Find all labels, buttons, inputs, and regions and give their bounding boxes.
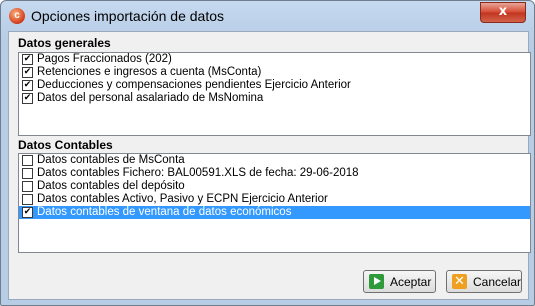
list-item[interactable]: Datos contables de MsConta — [19, 154, 530, 167]
accept-button[interactable]: Aceptar — [363, 270, 436, 293]
checkbox-checked[interactable]: ✔ — [22, 80, 33, 91]
list-item-label: Datos del personal asalariado de MsNomin… — [37, 92, 264, 104]
list-item[interactable]: ✔ Datos contables de ventana de datos eco… — [19, 206, 530, 219]
list-item[interactable]: Datos contables Activo, Pasivo y ECPN Ej… — [19, 193, 530, 206]
list-item-label: Datos contables Activo, Pasivo y ECPN Ej… — [37, 193, 328, 205]
list-item-label: Datos contables Fichero: BAL00591.XLS de… — [37, 167, 359, 179]
checkbox-unchecked[interactable] — [22, 181, 33, 192]
checkbox-unchecked[interactable] — [22, 194, 33, 205]
general-section-title: Datos generales — [18, 36, 111, 50]
list-item[interactable]: Datos contables Fichero: BAL00591.XLS de… — [19, 167, 530, 180]
list-item[interactable]: ✔ Deducciones y compensaciones pendientes… — [19, 79, 530, 92]
checkbox-checked[interactable]: ✔ — [22, 93, 33, 104]
list-item[interactable]: ✔ Datos del personal asalariado de MsNomi… — [19, 92, 530, 105]
close-button[interactable]: x — [480, 2, 526, 23]
list-item-label: Deducciones y compensaciones pendientes … — [37, 79, 351, 91]
list-item-label: Datos contables del depósito — [37, 180, 185, 192]
checkbox-checked[interactable]: ✔ — [22, 207, 33, 218]
list-item[interactable]: ✔ Retenciones e ingresos a cuenta (MsCont… — [19, 66, 530, 79]
dialog-content: Datos generales ✔ Pagos Fraccionados (202… — [8, 31, 531, 300]
checkbox-checked[interactable]: ✔ — [22, 67, 33, 78]
checkbox-checked[interactable]: ✔ — [22, 54, 33, 65]
cancel-button-label: Cancelar — [473, 275, 522, 289]
title-bar[interactable]: c Opciones importación de datos x — [1, 1, 534, 31]
dialog-window: c Opciones importación de datos x Datos … — [0, 0, 535, 306]
contables-section-title: Datos Contables — [18, 138, 113, 152]
list-item-label: Datos contables de MsConta — [37, 154, 185, 166]
list-item[interactable]: Datos contables del depósito — [19, 180, 530, 193]
checkbox-unchecked[interactable] — [22, 168, 33, 179]
cancel-button[interactable]: ✕ Cancelar — [446, 270, 522, 293]
cancel-x-icon: ✕ — [452, 274, 467, 289]
app-logo-icon: c — [9, 8, 25, 24]
list-item-label: Datos contables de ventana de datos econ… — [37, 206, 292, 218]
list-item-label: Retenciones e ingresos a cuenta (MsConta… — [37, 66, 262, 78]
general-checklist[interactable]: ✔ Pagos Fraccionados (202) ✔ Retenciones e … — [18, 52, 531, 136]
checkbox-unchecked[interactable] — [22, 155, 33, 166]
window-title: Opciones importación de datos — [31, 8, 224, 24]
accept-button-label: Aceptar — [390, 275, 432, 289]
list-item-label: Pagos Fraccionados (202) — [37, 53, 172, 65]
list-item[interactable]: ✔ Pagos Fraccionados (202) — [19, 53, 530, 66]
contables-checklist[interactable]: Datos contables de MsConta Datos contable… — [18, 153, 531, 253]
play-arrow-icon — [369, 274, 384, 289]
